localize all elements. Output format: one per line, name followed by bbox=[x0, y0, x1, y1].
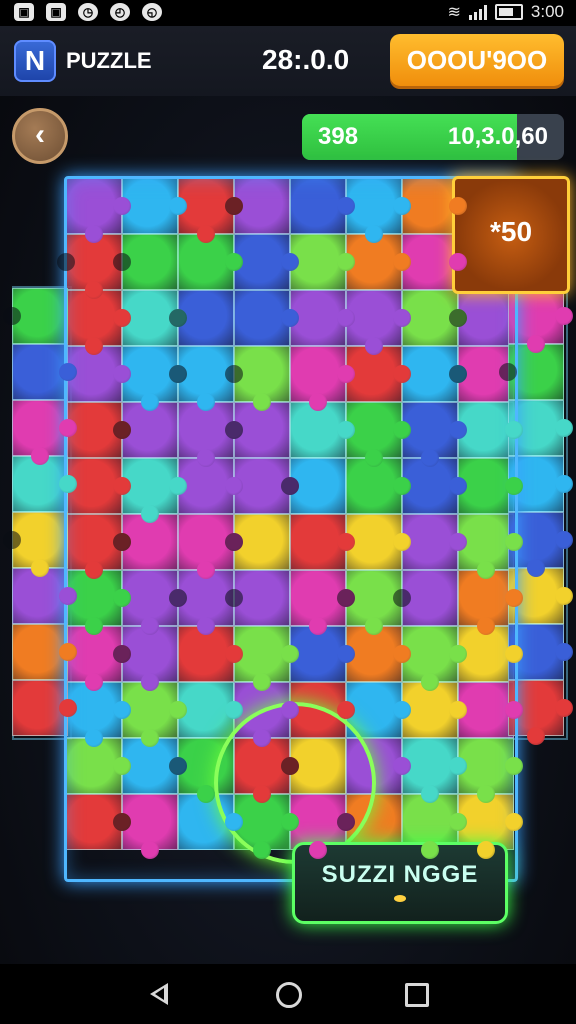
status-bar: ▣ ▣ ◷ ◴ ◵ ≋ 3:00 bbox=[0, 0, 576, 26]
system-icons: ≋ 3:00 bbox=[448, 2, 565, 22]
progress-left-value: 398 bbox=[318, 123, 359, 150]
chevron-left-icon: ‹ bbox=[35, 118, 45, 151]
status-time: 3:00 bbox=[530, 2, 564, 21]
score-display: 28:.0.0 bbox=[262, 44, 350, 75]
signal-icon bbox=[468, 4, 487, 20]
puzzle-piece[interactable] bbox=[12, 624, 77, 680]
puzzle-piece[interactable] bbox=[3, 512, 68, 577]
coin-icon bbox=[394, 895, 406, 902]
nav-home-icon[interactable] bbox=[276, 982, 302, 1008]
app-title: PUZZLE bbox=[66, 48, 152, 73]
top-header: N PUZZLE 28:.0.0 OOOU'9OO bbox=[0, 26, 576, 96]
progress-right-value: 10,3.0,60 bbox=[447, 123, 548, 150]
puzzle-piece[interactable] bbox=[3, 288, 68, 344]
puzzle-piece[interactable] bbox=[12, 680, 77, 736]
puzzle-piece[interactable] bbox=[12, 400, 77, 465]
clock-icon: ◵ bbox=[142, 3, 162, 21]
puzzle-piece[interactable] bbox=[12, 344, 77, 400]
wifi-icon: ≋ bbox=[447, 4, 461, 21]
reward-tile[interactable]: *50 bbox=[452, 176, 570, 294]
game-screen: ▣ ▣ ◷ ◴ ◵ ≋ 3:00 N PUZZLE 28:.0.0 OOOU'9… bbox=[0, 0, 576, 1024]
clock-icon: ◷ bbox=[78, 3, 98, 21]
hint-button-label: SUZZI NGGE bbox=[321, 861, 479, 888]
progress-bar: 398 10,3.0,60 bbox=[302, 114, 564, 160]
coin-button[interactable]: OOOU'9OO bbox=[390, 34, 564, 86]
image-icon: ▣ bbox=[46, 3, 66, 21]
navigation-bar bbox=[0, 964, 576, 1024]
image-icon: ▣ bbox=[14, 3, 34, 21]
app-logo: N bbox=[14, 40, 56, 82]
notification-icons: ▣ ▣ ◷ ◴ ◵ bbox=[14, 3, 162, 21]
nav-back-icon[interactable] bbox=[150, 983, 168, 1005]
nav-recents-icon[interactable] bbox=[405, 983, 429, 1007]
alarm-icon: ◴ bbox=[110, 3, 130, 21]
selection-ring bbox=[214, 702, 376, 864]
back-button[interactable]: ‹ bbox=[12, 108, 68, 164]
battery-icon bbox=[494, 4, 523, 20]
